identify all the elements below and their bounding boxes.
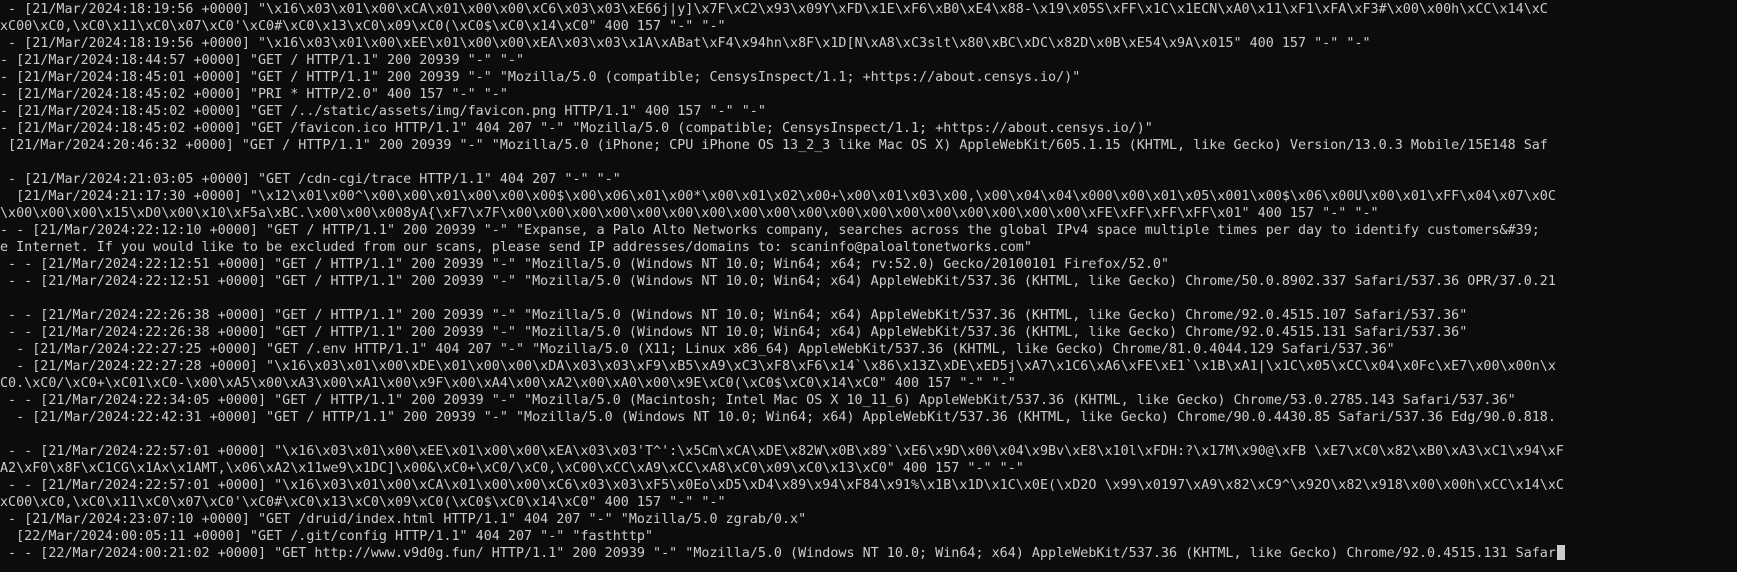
log-line: - [21/Mar/2024:21:03:05 +0000] "GET /cdn…: [0, 172, 621, 187]
log-line: - [21/Mar/2024:18:19:56 +0000] "\x16\x03…: [0, 2, 1548, 17]
log-line: - [21/Mar/2024:22:27:25 +0000] "GET /.en…: [0, 342, 1395, 357]
log-line-blank: [0, 154, 1737, 171]
log-line: A2\xF0\x8F\xC1CG\x1Ax\x1AMT,\x06\xA2\x11…: [0, 461, 1024, 476]
log-line-last: - - [22/Mar/2024:00:21:02 +0000] "GET ht…: [0, 545, 1737, 562]
log-line: - - [21/Mar/2024:22:12:51 +0000] "GET / …: [0, 274, 1556, 289]
log-line: - - [21/Mar/2024:22:57:01 +0000] "\x16\x…: [0, 478, 1564, 493]
log-line: - [21/Mar/2024:18:19:56 +0000] "\x16\x03…: [0, 36, 1371, 51]
log-line: xC00\xC0,\xC0\x11\xC0\x07\xC0'\xC0#\xC0\…: [0, 19, 726, 34]
log-line: - - [21/Mar/2024:22:26:38 +0000] "GET / …: [0, 308, 1468, 323]
log-line: - [21/Mar/2024:18:45:02 +0000] "GET /fav…: [0, 121, 1153, 136]
terminal-cursor: [1556, 545, 1565, 560]
log-line: - [21/Mar/2024:18:45:02 +0000] "GET /../…: [0, 104, 766, 119]
log-line: - - [21/Mar/2024:22:26:38 +0000] "GET / …: [0, 325, 1468, 340]
log-line-blank: [0, 426, 1737, 443]
log-line-text: - - [22/Mar/2024:00:21:02 +0000] "GET ht…: [0, 546, 1556, 561]
log-line: - [21/Mar/2024:18:45:02 +0000] "PRI * HT…: [0, 87, 508, 102]
log-line: - [21/Mar/2024:22:27:28 +0000] "\x16\x03…: [0, 359, 1556, 374]
log-line: - [21/Mar/2024:23:07:10 +0000] "GET /dru…: [0, 512, 807, 527]
terminal-output[interactable]: - [21/Mar/2024:18:19:56 +0000] "\x16\x03…: [0, 0, 1737, 572]
log-line: - - [21/Mar/2024:22:12:10 +0000] "GET / …: [0, 223, 1540, 238]
log-line: - [21/Mar/2024:18:44:57 +0000] "GET / HT…: [0, 53, 525, 68]
log-line: - [21/Mar/2024:22:42:31 +0000] "GET / HT…: [0, 410, 1556, 425]
log-line-blank: [0, 290, 1737, 307]
log-line: - [21/Mar/2024:18:45:01 +0000] "GET / HT…: [0, 70, 1081, 85]
log-line: - - [21/Mar/2024:22:12:51 +0000] "GET / …: [0, 257, 1169, 272]
log-line: - - [21/Mar/2024:22:34:05 +0000] "GET / …: [0, 393, 1516, 408]
log-line: e Internet. If you would like to be excl…: [0, 240, 1032, 255]
log-line: [21/Mar/2024:21:17:30 +0000] "\x12\x01\x…: [0, 189, 1556, 204]
log-line: C0.\xC0/\xC0+\xC01\xC0-\x00\xA5\x00\xA3\…: [0, 376, 1016, 391]
log-line: [22/Mar/2024:00:05:11 +0000] "GET /.git/…: [0, 529, 654, 544]
log-line: - - [21/Mar/2024:22:57:01 +0000] "\x16\x…: [0, 444, 1564, 459]
log-line: [21/Mar/2024:20:46:32 +0000] "GET / HTTP…: [0, 138, 1548, 153]
log-line: xC00\xC0,\xC0\x11\xC0\x07\xC0'\xC0#\xC0\…: [0, 495, 726, 510]
log-line: \x00\x00\x00\x15\xD0\x00\x10\xF5a\xBC.\x…: [0, 206, 1379, 221]
